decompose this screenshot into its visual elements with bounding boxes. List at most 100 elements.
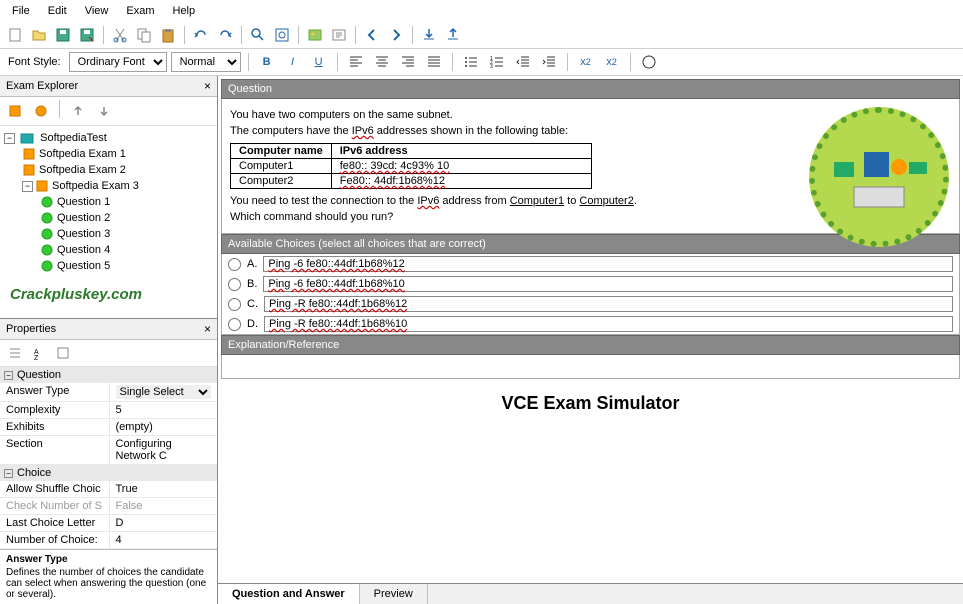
prop-value[interactable]: D <box>109 515 218 531</box>
menu-file[interactable]: File <box>4 2 38 20</box>
arrow-left-icon[interactable] <box>361 24 383 46</box>
collapse-icon[interactable]: − <box>4 371 13 380</box>
undo-icon[interactable] <box>190 24 212 46</box>
menu-help[interactable]: Help <box>164 2 203 20</box>
prop-row[interactable]: Complexity5 <box>0 402 217 419</box>
choice-radio-d[interactable] <box>228 318 241 331</box>
symbol-icon[interactable] <box>638 51 660 73</box>
choice-radio-a[interactable] <box>228 258 241 271</box>
prop-value[interactable]: (empty) <box>109 419 218 435</box>
move-up-icon[interactable] <box>67 100 89 122</box>
choice-text-input[interactable]: Ping -6 fe80::44df:1b68%12 <box>263 256 953 272</box>
prop-row[interactable]: Exhibits(empty) <box>0 419 217 436</box>
align-right-icon[interactable] <box>397 51 419 73</box>
font-style-label: Font Style: <box>4 56 65 68</box>
prop-row[interactable]: Allow Shuffle ChoicTrue <box>0 481 217 498</box>
export-icon[interactable] <box>442 24 464 46</box>
prop-row[interactable]: Last Choice LetterD <box>0 515 217 532</box>
indent-icon[interactable] <box>538 51 560 73</box>
close-icon[interactable]: × <box>204 79 211 93</box>
prop-row[interactable]: SectionConfiguring Network C <box>0 436 217 465</box>
bullet-list-icon[interactable] <box>460 51 482 73</box>
tree-question[interactable]: Question 5 <box>4 258 213 274</box>
prop-value[interactable]: 4 <box>109 532 218 548</box>
watermark-text: Crackpluskey.com <box>4 274 213 315</box>
tree-question[interactable]: Question 3 <box>4 226 213 242</box>
import-icon[interactable] <box>418 24 440 46</box>
save-as-icon[interactable] <box>76 24 98 46</box>
attachment-icon[interactable] <box>328 24 350 46</box>
arrow-right-icon[interactable] <box>385 24 407 46</box>
redo-icon[interactable] <box>214 24 236 46</box>
open-file-icon[interactable] <box>28 24 50 46</box>
add-exam-icon[interactable] <box>4 100 26 122</box>
prop-value[interactable]: Single Select <box>109 383 218 401</box>
tab-question-answer[interactable]: Question and Answer <box>218 584 360 604</box>
choice-text-input[interactable]: Ping -R fe80::44df:1b68%12 <box>264 296 953 312</box>
tree-question[interactable]: Question 1 <box>4 194 213 210</box>
font-style-dropdown[interactable]: Ordinary Font <box>69 52 167 72</box>
collapse-icon[interactable]: − <box>22 181 33 192</box>
preview-icon[interactable] <box>271 24 293 46</box>
italic-button[interactable]: I <box>282 51 304 73</box>
move-down-icon[interactable] <box>93 100 115 122</box>
tree-exam[interactable]: −Softpedia Exam 3 <box>4 178 213 194</box>
numbered-list-icon[interactable]: 123 <box>486 51 508 73</box>
search-icon[interactable] <box>247 24 269 46</box>
add-question-icon[interactable] <box>30 100 52 122</box>
choice-letter: C. <box>247 298 258 310</box>
bottom-tabs: Question and Answer Preview <box>218 583 963 604</box>
superscript-button[interactable]: x2 <box>575 51 597 73</box>
explorer-header: Exam Explorer × <box>0 76 217 97</box>
tree-exam[interactable]: Softpedia Exam 1 <box>4 146 213 162</box>
justify-icon[interactable] <box>423 51 445 73</box>
align-left-icon[interactable] <box>345 51 367 73</box>
menu-exam[interactable]: Exam <box>118 2 162 20</box>
align-center-icon[interactable] <box>371 51 393 73</box>
collapse-icon[interactable]: − <box>4 133 15 144</box>
choice-text-input[interactable]: Ping -R fe80::44df:1b68%10 <box>264 316 953 332</box>
tab-preview[interactable]: Preview <box>360 584 428 604</box>
question-icon <box>40 195 54 209</box>
choice-text-input[interactable]: Ping -6 fe80::44df:1b68%10 <box>263 276 953 292</box>
properties-toolbar: AZ <box>0 340 217 367</box>
tree-question[interactable]: Question 2 <box>4 210 213 226</box>
alphabetize-icon[interactable]: AZ <box>28 342 50 364</box>
underline-button[interactable]: U <box>308 51 330 73</box>
image-icon[interactable] <box>304 24 326 46</box>
tree-root[interactable]: − SoftpediaTest <box>4 130 213 146</box>
explanation-body[interactable] <box>221 355 960 379</box>
subscript-button[interactable]: x2 <box>601 51 623 73</box>
svg-text:3: 3 <box>490 64 493 70</box>
prop-value[interactable]: True <box>109 481 218 497</box>
prop-value[interactable]: Configuring Network C <box>109 436 218 464</box>
prop-section-question[interactable]: −Question <box>0 367 217 383</box>
bold-button[interactable]: B <box>256 51 278 73</box>
tree-question[interactable]: Question 4 <box>4 242 213 258</box>
prop-row[interactable]: Answer TypeSingle Select <box>0 383 217 402</box>
prop-value[interactable]: 5 <box>109 402 218 418</box>
outdent-icon[interactable] <box>512 51 534 73</box>
choice-radio-c[interactable] <box>228 298 241 311</box>
tree-exam[interactable]: Softpedia Exam 2 <box>4 162 213 178</box>
menu-edit[interactable]: Edit <box>40 2 75 20</box>
choice-radio-b[interactable] <box>228 278 241 291</box>
close-icon[interactable]: × <box>204 322 211 336</box>
separator <box>412 26 413 44</box>
menu-view[interactable]: View <box>77 2 117 20</box>
choice-row: C. Ping -R fe80::44df:1b68%12 <box>222 294 959 314</box>
question-body[interactable]: You have two computers on the same subne… <box>221 99 960 234</box>
separator <box>298 26 299 44</box>
paste-icon[interactable] <box>157 24 179 46</box>
separator <box>337 53 338 71</box>
new-file-icon[interactable] <box>4 24 26 46</box>
prop-pages-icon[interactable] <box>52 342 74 364</box>
font-size-dropdown[interactable]: Normal <box>171 52 241 72</box>
prop-row[interactable]: Number of Choice:4 <box>0 532 217 549</box>
collapse-icon[interactable]: − <box>4 469 13 478</box>
prop-section-choice[interactable]: −Choice <box>0 465 217 481</box>
cut-icon[interactable] <box>109 24 131 46</box>
copy-icon[interactable] <box>133 24 155 46</box>
categorize-icon[interactable] <box>4 342 26 364</box>
save-icon[interactable] <box>52 24 74 46</box>
